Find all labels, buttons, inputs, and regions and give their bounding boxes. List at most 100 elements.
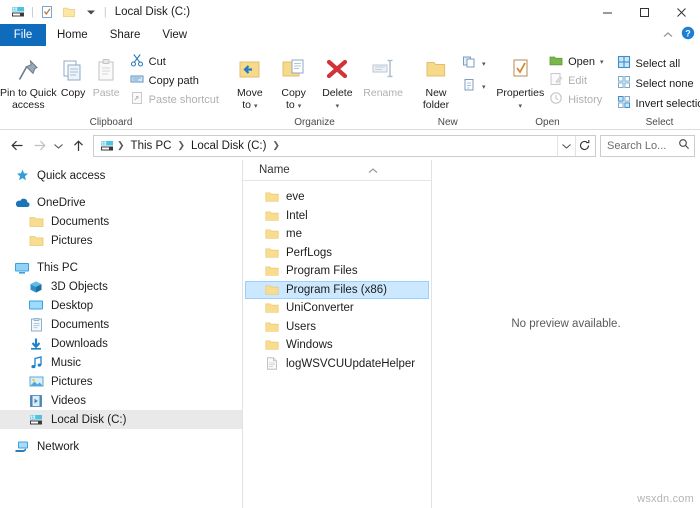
cut-icon: [130, 53, 144, 72]
sidebar-item-onedrive[interactable]: OneDrive: [0, 193, 242, 212]
up-arrow-icon[interactable]: [67, 135, 89, 157]
sidebar-label: Pictures: [51, 375, 93, 388]
sidebar-item-onedrive-pictures[interactable]: Pictures: [0, 231, 242, 250]
sidebar-item-desktop[interactable]: Desktop: [0, 296, 242, 315]
table-row[interactable]: Windows: [245, 336, 429, 355]
copy-label: Copy: [60, 87, 86, 99]
tab-share[interactable]: Share: [99, 24, 152, 46]
folder-icon: [28, 233, 44, 249]
ribbon-tabs: File Home Share View ?: [0, 24, 700, 46]
maximize-icon[interactable]: [626, 0, 663, 24]
open-button[interactable]: Open ▾: [546, 53, 606, 71]
sidebar-item-downloads[interactable]: Downloads: [0, 334, 242, 353]
delete-button[interactable]: Delete ▾: [316, 50, 360, 111]
new-item-button[interactable]: ▾: [459, 55, 489, 73]
move-to-icon: [236, 53, 264, 85]
refresh-icon[interactable]: [575, 135, 593, 156]
preview-message: No preview available.: [511, 318, 621, 330]
sidebar-item-documents[interactable]: Documents: [0, 315, 242, 334]
rename-button[interactable]: Rename: [359, 50, 407, 100]
paste-button[interactable]: Paste: [90, 50, 123, 100]
table-row[interactable]: me: [245, 225, 429, 244]
minimize-icon[interactable]: [589, 0, 626, 24]
table-row[interactable]: Program Files: [245, 262, 429, 281]
pin-to-quick-access-button[interactable]: Pin to Quick access: [0, 50, 57, 111]
sidebar-label: Documents: [51, 318, 110, 331]
sidebar-item-videos[interactable]: Videos: [0, 391, 242, 410]
chevron-down-icon[interactable]: [557, 135, 575, 156]
properties-button[interactable]: Properties ▾: [495, 50, 547, 111]
sidebar-item-local-disk-c[interactable]: Local Disk (C:): [0, 410, 242, 429]
qat-separator: |: [31, 6, 34, 18]
table-row[interactable]: eve: [245, 188, 429, 207]
sidebar-item-quick-access[interactable]: Quick access: [0, 166, 242, 185]
window-title: Local Disk (C:): [114, 6, 191, 18]
new-folder-icon: [423, 53, 449, 85]
paste-shortcut-button[interactable]: Paste shortcut: [127, 91, 222, 109]
history-button[interactable]: History: [546, 91, 606, 109]
file-name: Users: [286, 320, 317, 333]
paste-shortcut-label: Paste shortcut: [148, 94, 219, 106]
sidebar-item-3d-objects[interactable]: 3D Objects: [0, 277, 242, 296]
new-folder-icon[interactable]: [58, 1, 80, 23]
ribbon: Pin to Quick access Copy Paste Cut Copy …: [0, 46, 700, 130]
chevron-up-icon[interactable]: [662, 26, 674, 44]
forward-arrow-icon[interactable]: [28, 135, 50, 157]
onedrive-cloud-icon: [14, 195, 30, 211]
column-header-name[interactable]: Name: [243, 160, 431, 181]
tab-view[interactable]: View: [151, 24, 198, 46]
invert-selection-button[interactable]: Invert selection: [614, 95, 700, 113]
breadcrumb-sep-1[interactable]: ❯: [175, 140, 187, 151]
music-icon: [28, 355, 44, 371]
breadcrumb-sep-2[interactable]: ❯: [270, 140, 282, 151]
sidebar-item-music[interactable]: Music: [0, 353, 242, 372]
breadcrumb-sep-0[interactable]: ❯: [115, 140, 127, 151]
table-row[interactable]: Program Files (x86): [245, 280, 429, 299]
breadcrumb-item-this-pc[interactable]: This PC: [127, 140, 176, 152]
table-row[interactable]: UniConverter: [245, 299, 429, 318]
close-icon[interactable]: [663, 0, 700, 24]
move-to-button[interactable]: Move to ▾: [228, 50, 272, 111]
ribbon-group-organize: Move to ▾ Copy to ▾ Delete ▾ Rename Orga…: [222, 46, 407, 130]
cut-button[interactable]: Cut: [127, 53, 222, 71]
sidebar-label: Music: [51, 356, 82, 369]
customize-qat-icon[interactable]: [80, 1, 102, 23]
properties-icon[interactable]: [36, 1, 58, 23]
select-all-button[interactable]: Select all: [614, 55, 700, 73]
tab-home[interactable]: Home: [46, 24, 99, 46]
easy-access-button[interactable]: ▾: [459, 78, 489, 96]
sidebar-label: This PC: [37, 261, 78, 274]
select-none-button[interactable]: Select none: [614, 75, 700, 93]
edit-button[interactable]: Edit: [546, 72, 606, 90]
sidebar-label: Downloads: [51, 337, 108, 350]
sidebar-item-network[interactable]: Network: [0, 437, 242, 456]
search-input[interactable]: Search Lo...: [600, 134, 695, 157]
sidebar-item-pictures[interactable]: Pictures: [0, 372, 242, 391]
table-row[interactable]: logWSVCUUpdateHelper: [245, 355, 429, 374]
breadcrumb-item-local-disk[interactable]: Local Disk (C:): [187, 140, 270, 152]
breadcrumb[interactable]: ❯ This PC ❯ Local Disk (C:) ❯: [93, 134, 596, 157]
desktop-icon: [28, 298, 44, 314]
table-row[interactable]: Intel: [245, 207, 429, 226]
table-row[interactable]: Users: [245, 318, 429, 337]
sidebar-item-this-pc[interactable]: This PC: [0, 258, 242, 277]
svg-text:?: ?: [685, 28, 691, 38]
table-row[interactable]: PerfLogs: [245, 244, 429, 263]
help-icon[interactable]: ?: [681, 26, 695, 45]
drive-icon[interactable]: [7, 1, 29, 23]
copy-to-label: Copy to ▾: [281, 87, 306, 111]
sidebar-item-onedrive-documents[interactable]: Documents: [0, 212, 242, 231]
ribbon-tab-actions: ?: [662, 24, 700, 46]
recent-locations-icon[interactable]: [50, 135, 67, 157]
copy-path-button[interactable]: Copy path: [127, 72, 222, 90]
copy-to-button[interactable]: Copy to ▾: [272, 50, 316, 111]
new-item-icon: [462, 55, 477, 74]
3d-objects-icon: [28, 279, 44, 295]
new-group-label: New: [437, 117, 458, 128]
tab-file[interactable]: File: [0, 24, 46, 46]
search-icon[interactable]: [678, 137, 690, 155]
file-name: PerfLogs: [286, 246, 333, 259]
new-folder-button[interactable]: New folder: [413, 50, 459, 111]
back-arrow-icon[interactable]: [6, 135, 28, 157]
copy-button[interactable]: Copy: [57, 50, 90, 100]
